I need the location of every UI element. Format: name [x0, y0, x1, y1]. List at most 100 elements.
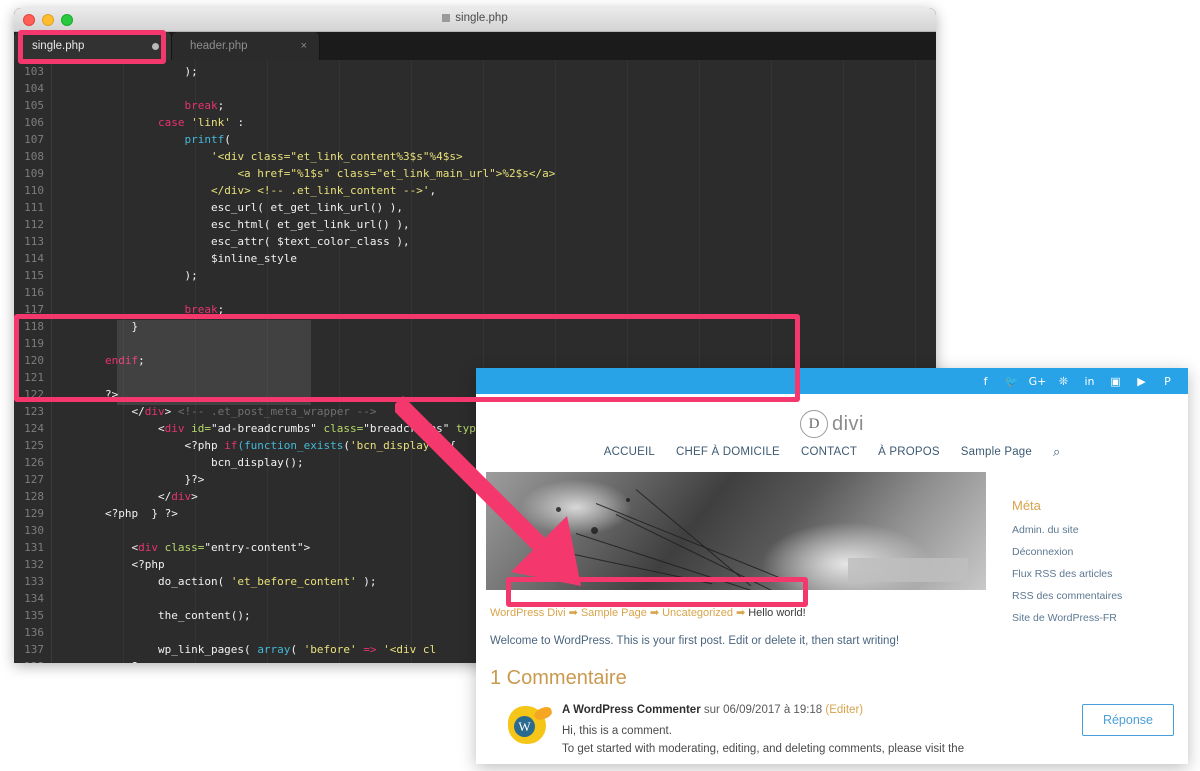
line-number: 114 — [24, 252, 44, 265]
line-number: 105 — [24, 99, 44, 112]
instagram-icon[interactable]: ▣ — [1109, 375, 1122, 388]
comment-text-line-2: To get started with moderating, editing,… — [562, 742, 965, 755]
line-number: 103 — [24, 65, 44, 78]
code-token: 'et_before_content' — [230, 575, 357, 588]
code-token: class= — [316, 422, 364, 435]
code-token: < — [52, 541, 139, 554]
wordpress-logo-icon: W — [514, 716, 535, 737]
code-token: function_exists — [244, 439, 344, 452]
code-line[interactable]: break; — [52, 97, 936, 114]
comments-section: 1 Commentaire W A WordPress Commenter su… — [476, 647, 1188, 759]
search-icon[interactable]: ⌕ — [1053, 444, 1060, 460]
code-line[interactable]: ); — [52, 267, 936, 284]
avatar: W — [504, 704, 554, 746]
line-number: 115 — [24, 269, 44, 282]
pinterest-icon[interactable]: P — [1161, 375, 1174, 388]
site-logo-text: divi — [831, 412, 864, 435]
code-token: <!-- .et_post_meta_wrapper --> — [171, 405, 377, 418]
line-number: 133 — [24, 575, 44, 588]
line-number: 124 — [24, 422, 44, 435]
code-token: < — [52, 422, 165, 435]
sidebar-link[interactable]: Site de WordPress-FR — [1012, 612, 1178, 624]
nav-item-contact[interactable]: CONTACT — [801, 446, 857, 458]
code-token: array — [257, 643, 291, 656]
code-token: do_action( — [52, 575, 231, 588]
code-line[interactable]: esc_url( et_get_link_url() ), — [52, 199, 936, 216]
code-line[interactable]: </div> <!-- .et_link_content -->', — [52, 182, 936, 199]
sidebar-link[interactable]: RSS des commentaires — [1012, 590, 1178, 602]
code-token: : — [230, 116, 245, 129]
twitter-icon[interactable]: 🐦 — [1005, 375, 1019, 388]
code-token: <?php — [52, 439, 225, 452]
code-token: <?php } ?> — [52, 507, 178, 520]
comment-edit-link[interactable]: (Editer) — [825, 704, 863, 716]
code-token: > — [191, 490, 198, 503]
code-line[interactable]: esc_attr( $text_color_class ), — [52, 233, 936, 250]
code-token: div — [164, 422, 185, 435]
code-token: break — [184, 99, 218, 112]
code-token: <a href="%1$s" class="et_link_main_url">… — [237, 167, 556, 180]
editor-tab-header-php[interactable]: header.php × — [172, 32, 320, 60]
line-number: 130 — [24, 524, 44, 537]
breadcrumb-separator-icon: ➡ — [649, 607, 660, 619]
code-line[interactable] — [52, 284, 936, 301]
code-token: 'before' — [303, 643, 357, 656]
code-token: "entry-content"> — [204, 541, 311, 554]
line-number: 104 — [24, 82, 44, 95]
code-token: ); — [52, 65, 198, 78]
code-line[interactable]: esc_html( et_get_link_url() ), — [52, 216, 936, 233]
code-token: class= — [157, 541, 205, 554]
line-number: 132 — [24, 558, 44, 571]
line-number: 109 — [24, 167, 44, 180]
code-line[interactable]: case 'link' : — [52, 114, 936, 131]
annotation-arrow — [395, 396, 581, 586]
close-icon[interactable]: × — [301, 40, 307, 52]
code-token: esc_url( et_get_link_url() ), — [52, 201, 403, 214]
reply-button[interactable]: Réponse — [1081, 704, 1174, 736]
nav-item-sample-page[interactable]: Sample Page — [961, 446, 1032, 458]
google-plus-icon[interactable]: G+ — [1029, 375, 1047, 388]
code-line[interactable]: printf( — [52, 131, 936, 148]
code-token: $inline_style — [52, 252, 298, 265]
line-number: 126 — [24, 456, 44, 469]
nav-item-chef-domicile[interactable]: CHEF À DOMICILE — [676, 446, 780, 458]
code-line[interactable]: ); — [52, 63, 936, 80]
linkedin-icon[interactable]: in — [1083, 375, 1096, 388]
sidebar-link[interactable]: Flux RSS des articles — [1012, 568, 1178, 580]
site-sidebar: Méta Admin. du site Déconnexion Flux RSS d… — [986, 472, 1178, 647]
code-token: bcn_display(); — [52, 456, 304, 469]
comment-text-line-1: Hi, this is a comment. — [562, 725, 672, 737]
line-number: 128 — [24, 490, 44, 503]
sidebar-link[interactable]: Déconnexion — [1012, 546, 1178, 558]
sidebar-link[interactable]: Admin. du site — [1012, 524, 1178, 536]
code-line[interactable]: $inline_style — [52, 250, 936, 267]
facebook-icon[interactable]: f — [979, 375, 992, 388]
code-line[interactable] — [52, 80, 936, 97]
nav-item-propos[interactable]: À PROPOS — [878, 446, 940, 458]
site-logo[interactable]: D divi — [799, 410, 864, 438]
sidebar-link-list[interactable]: Admin. du site Déconnexion Flux RSS des ar… — [1012, 524, 1178, 624]
editor-window-title-text: single.php — [455, 12, 508, 24]
comment-author: A WordPress Commenter — [562, 704, 701, 716]
code-token: </ — [52, 405, 145, 418]
breadcrumb-link[interactable]: Uncategorized — [662, 607, 733, 619]
code-token: }?> — [52, 473, 205, 486]
code-token: , — [429, 184, 437, 197]
code-token: ; — [217, 99, 225, 112]
code-token: </div> <!-- .et_link_content -->' — [210, 184, 430, 197]
youtube-icon[interactable]: ▶ — [1135, 375, 1148, 388]
code-line[interactable]: '<div class="et_link_content%3$s"%4$s> — [52, 148, 936, 165]
file-icon — [442, 14, 451, 22]
code-token: div — [144, 405, 165, 418]
line-number: 136 — [24, 626, 44, 639]
code-line[interactable]: <a href="%1$s" class="et_link_main_url">… — [52, 165, 936, 182]
line-number: 134 — [24, 592, 44, 605]
comment-meta-prefix: sur — [703, 704, 720, 716]
code-token: "ad-breadcrumbs" — [210, 422, 317, 435]
code-token: </ — [52, 490, 172, 503]
editor-tab-label: header.php — [190, 40, 248, 52]
comments-heading: 1 Commentaire — [490, 667, 627, 689]
rss-icon[interactable]: ❊ — [1057, 375, 1070, 388]
